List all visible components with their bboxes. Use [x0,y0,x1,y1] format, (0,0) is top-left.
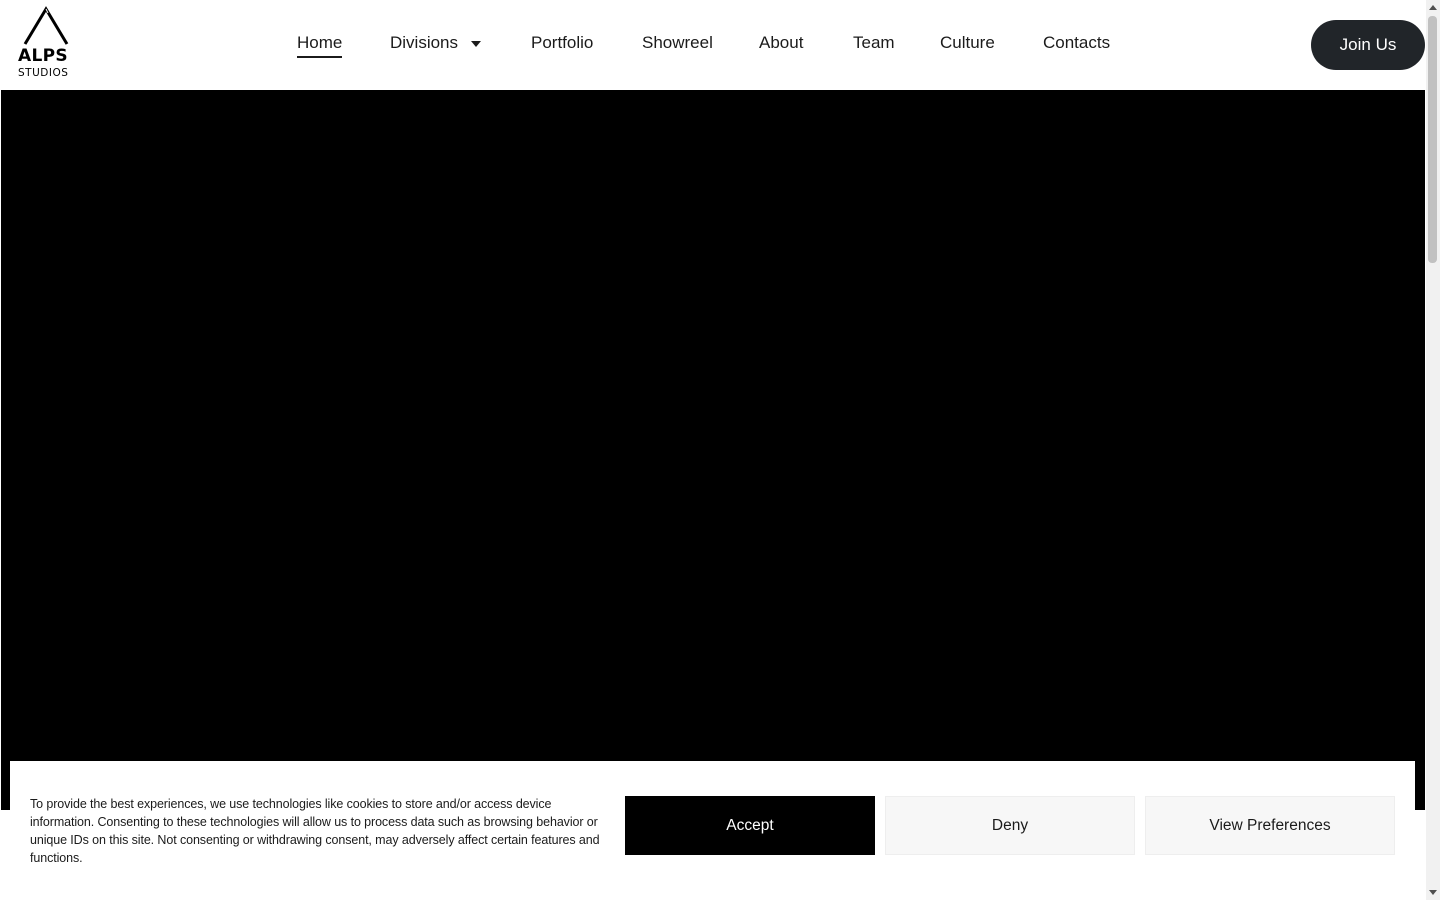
view-preferences-button[interactable]: View Preferences [1145,796,1395,855]
site-header: ALPS STUDIOS Home Divisions Portfolio Sh… [0,0,1426,90]
caret-down-icon[interactable] [471,41,482,47]
nav-item-label: Portfolio [531,33,594,52]
nav-item-showreel[interactable]: Showreel [642,33,713,53]
nav-item-label: About [759,33,804,52]
nav-item-about[interactable]: About [759,33,803,53]
nav-item-label: Team [853,33,895,52]
nav-item-portfolio[interactable]: Portfolio [531,33,593,53]
nav-item-divisions[interactable]: Divisions [390,33,482,53]
nav-item-label: Contacts [1043,33,1111,52]
scrollbar-thumb[interactable] [1428,16,1437,263]
hero-video[interactable] [1,90,1425,810]
nav-item-home[interactable]: Home [297,33,343,58]
nav-item-label: Divisions [390,33,459,52]
cookie-message: To provide the best experiences, we use … [30,797,600,865]
main-nav: Home Divisions Portfolio Showreel About … [0,0,1426,90]
cookie-consent-banner: To provide the best experiences, we use … [10,761,1415,900]
nav-item-culture[interactable]: Culture [940,33,995,53]
scroll-up-arrow-icon[interactable] [1429,5,1437,10]
accept-button[interactable]: Accept [625,796,875,855]
nav-item-contacts[interactable]: Contacts [1043,33,1110,53]
deny-button[interactable]: Deny [885,796,1135,855]
nav-item-team[interactable]: Team [853,33,895,53]
scroll-down-arrow-icon[interactable] [1429,890,1437,895]
page-scrollbar[interactable] [1426,0,1440,900]
nav-item-label: Showreel [642,33,713,52]
join-us-button[interactable]: Join Us [1311,20,1425,70]
nav-item-label: Culture [940,33,995,52]
nav-item-label: Home [297,33,343,58]
